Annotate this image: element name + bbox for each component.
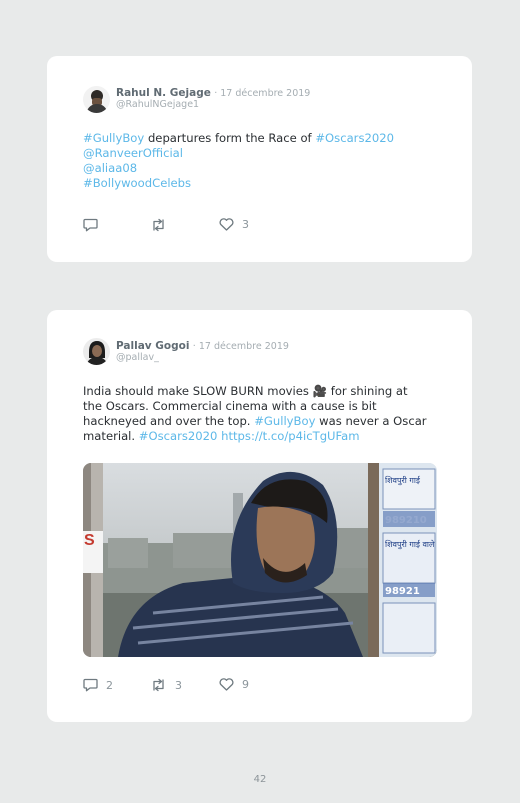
hashtag[interactable]: #BollywoodCelebs [83,176,191,190]
retweet-icon [150,218,167,232]
tweet-date[interactable]: · 17 décembre 2019 [193,341,289,352]
retweet-button[interactable]: 3 [150,678,182,692]
reply-icon [83,678,98,692]
tweet-header: Pallav Gogoi · 17 décembre 2019 [116,340,289,352]
like-icon [219,218,234,231]
reply-icon [83,218,98,232]
like-button[interactable]: 3 [219,218,249,231]
like-icon [219,678,234,691]
author-name[interactable]: Rahul N. Gejage [116,87,211,99]
poster-text: शिवपुरी गाई [385,475,421,486]
poster-text: 98921 [385,586,420,597]
like-button[interactable]: 9 [219,678,249,691]
retweet-icon [150,678,167,692]
tweet-text-segment: was never a Oscar [315,414,427,428]
mention[interactable]: @RanveerOfficial [83,146,183,160]
hashtag[interactable]: #Oscars2020 [139,429,218,443]
tweet-text-line: India should make SLOW BURN movies 🎥 for… [83,384,408,398]
reply-button[interactable]: 2 [83,678,113,692]
like-count: 9 [242,678,249,691]
avatar[interactable] [83,86,110,113]
tweet-text: #GullyBoy departures form the Race of #O… [83,131,439,191]
retweet-button[interactable] [150,218,175,232]
tweet-date[interactable]: · 17 décembre 2019 [214,88,310,99]
wall-sign-letter: S [84,532,95,549]
reply-count: 2 [106,678,113,692]
tweet-text-segment: hackneyed and over the top. [83,414,255,428]
hashtag[interactable]: #Oscars2020 [315,131,394,145]
hashtag[interactable]: #GullyBoy [83,131,144,145]
tweet-photo[interactable]: S शिवपुरी गाई 989210 शिवपुरी गाई वाले 98… [83,463,437,657]
page-number: 42 [253,774,267,785]
tweet-card: Rahul N. Gejage · 17 décembre 2019 @Rahu… [47,56,472,262]
tweet-header: Rahul N. Gejage · 17 décembre 2019 [116,87,310,99]
author-handle[interactable]: @RahulNGejage1 [116,99,199,110]
hashtag[interactable]: #GullyBoy [254,414,315,428]
like-count: 3 [242,218,249,231]
tweet-text-segment: material. [83,429,139,443]
author-handle[interactable]: @pallav_ [116,352,159,363]
avatar[interactable] [83,338,110,365]
reply-button[interactable] [83,218,106,232]
mention[interactable]: @aliaa08 [83,161,137,175]
author-name[interactable]: Pallav Gogoi [116,340,189,352]
tweet-card: Pallav Gogoi · 17 décembre 2019 @pallav_… [47,310,472,722]
tweet-text-line: the Oscars. Commercial cinema with a cau… [83,399,377,413]
tweet-text-segment: departures form the Race of [144,131,316,145]
tweet-text: India should make SLOW BURN movies 🎥 for… [83,384,439,444]
poster-text: शिवपुरी गाई वाले [385,539,435,550]
retweet-count: 3 [175,678,182,692]
tweet-link[interactable]: https://t.co/p4icTgUFam [217,429,359,443]
